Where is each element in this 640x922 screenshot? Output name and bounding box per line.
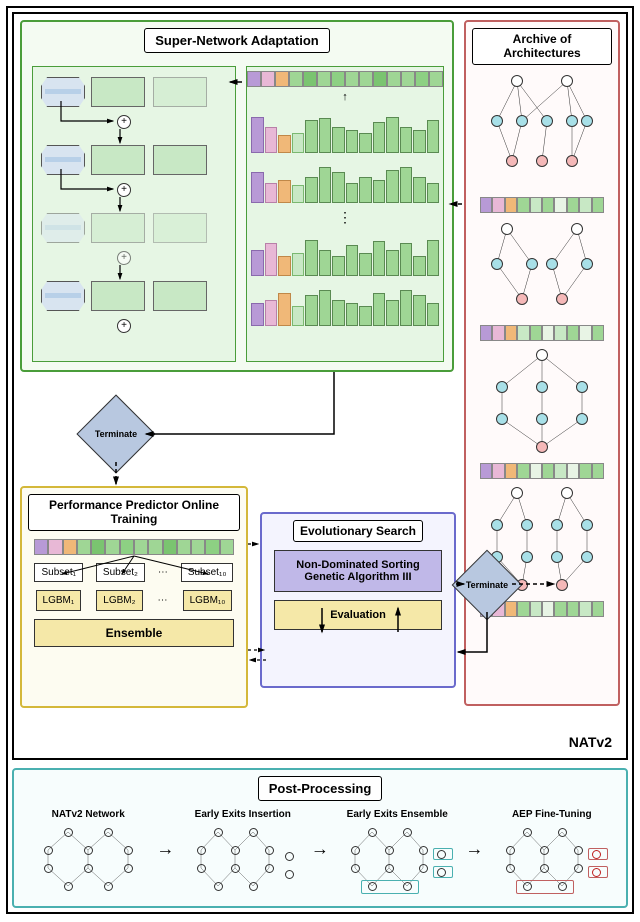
archive-net-1	[477, 71, 607, 191]
bar-chart-3	[251, 232, 439, 276]
subset-10: Subset₁₀	[181, 563, 234, 582]
natv2-main-panel: Super-Network Adaptation + +	[12, 12, 628, 760]
encoding-bar	[247, 71, 443, 87]
post-step-3: Early Exits Ensemble	[329, 809, 466, 900]
archive-title: Archive of Architectures	[472, 28, 612, 65]
post-step-4: AEP Fine-Tuning	[484, 809, 621, 900]
bar-chart-4	[251, 282, 439, 326]
post-step-2: Early Exits Insertion	[175, 809, 312, 900]
evo-title: Evolutionary Search	[293, 520, 423, 542]
add-op-icon: +	[117, 183, 131, 197]
predictor-section: Performance Predictor Online Training Su…	[20, 486, 248, 708]
predictor-encoding	[34, 539, 234, 555]
archive-net-3	[477, 347, 607, 457]
supernet-graph-panel: + + + +	[32, 66, 236, 362]
bar-chart-2	[251, 159, 439, 203]
archive-net-2	[477, 219, 607, 319]
supernet-bars-panel: ↑ ⋮	[246, 66, 444, 362]
terminate-decision-2: Terminate	[462, 560, 512, 610]
net-block-4: +	[37, 277, 231, 339]
ellipsis-icon: ⋯	[158, 567, 168, 578]
add-op-icon: +	[117, 319, 131, 333]
net-block-3: +	[37, 209, 231, 271]
post-step-1: NATv2 Network	[20, 809, 157, 900]
lgbm-row: LGBM₁ LGBM₂ ⋯ LGBM₁₀	[28, 590, 240, 611]
post-title: Post-Processing	[258, 776, 383, 801]
lgbm-2: LGBM₂	[96, 590, 142, 611]
subset-1: Subset₁	[34, 563, 83, 582]
subset-row: Subset₁ Subset₂ ⋯ Subset₁₀	[28, 563, 240, 582]
subset-2: Subset₂	[96, 563, 145, 582]
nsga-box: Non-Dominated Sorting Genetic Algorithm …	[274, 550, 442, 592]
postprocessing-section: Post-Processing NATv2 Network →	[12, 768, 628, 908]
supernet-title: Super-Network Adaptation	[144, 28, 329, 53]
natv2-label: NATv2	[569, 734, 612, 750]
supernet-section: Super-Network Adaptation + +	[20, 20, 454, 372]
terminate-decision-1: Terminate	[88, 406, 144, 462]
ellipsis-icon: ↑	[247, 91, 443, 103]
lgbm-1: LGBM₁	[36, 590, 82, 611]
net-block-2: +	[37, 141, 231, 203]
vertical-ellipsis-icon: ⋮	[247, 209, 443, 226]
net-block-1: +	[37, 73, 231, 135]
arrow-right-icon: →	[466, 839, 484, 860]
bar-chart-1	[251, 109, 439, 153]
arrow-right-icon: →	[157, 839, 175, 860]
lgbm-10: LGBM₁₀	[183, 590, 233, 611]
add-op-icon: +	[117, 251, 131, 265]
archive-encoding-3	[480, 463, 604, 479]
add-op-icon: +	[117, 115, 131, 129]
archive-encoding-1	[480, 197, 604, 213]
ellipsis-icon: ⋯	[158, 595, 168, 606]
archive-encoding-2	[480, 325, 604, 341]
evo-section: Evolutionary Search Non-Dominated Sortin…	[260, 512, 456, 688]
arrow-right-icon: →	[311, 839, 329, 860]
eval-box: Evaluation	[274, 600, 442, 630]
ensemble-box: Ensemble	[34, 619, 234, 647]
predictor-title: Performance Predictor Online Training	[28, 494, 240, 531]
